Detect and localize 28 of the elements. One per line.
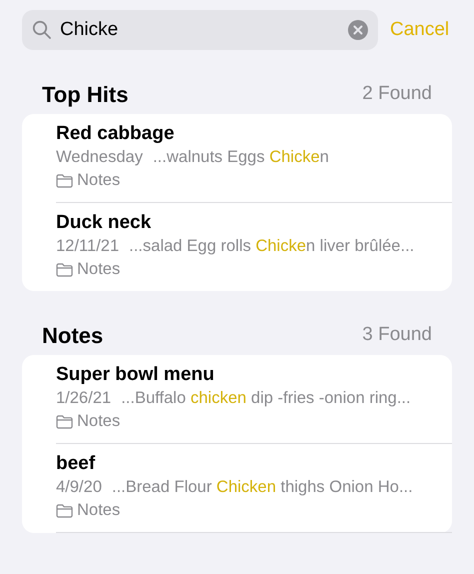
folder-label: Notes <box>77 170 120 191</box>
folder-label: Notes <box>77 259 120 280</box>
search-bar[interactable]: Chicke <box>22 10 378 50</box>
note-date: 4/9/20 <box>56 477 102 498</box>
note-date: 1/26/21 <box>56 388 112 409</box>
note-title[interactable]: Red cabbage <box>56 122 452 146</box>
folder-label: Notes <box>77 500 120 521</box>
result-count: 2 Found <box>362 82 432 106</box>
note-snippet: ...Buffalo chicken dip -fries -onion ring... <box>121 388 411 409</box>
note-title[interactable]: Duck neck <box>56 211 452 235</box>
folder-icon <box>56 262 73 276</box>
note-snippet: ...salad Egg rolls Chicken liver brûlée... <box>129 236 414 257</box>
section-title: Notes <box>42 322 104 350</box>
section-title: Top Hits <box>42 80 128 109</box>
note-snippet: ...walnuts Eggs Chicken <box>152 147 329 168</box>
note-title[interactable]: Super bowl menu <box>56 363 452 387</box>
folder-icon <box>56 504 73 518</box>
note-snippet: ...Bread Flour Chicken thighs Onion Ho... <box>112 477 413 498</box>
result-count: 3 Found <box>362 322 432 347</box>
note-date: 12/11/21 <box>56 236 120 257</box>
search-icon <box>32 20 52 40</box>
clear-icon[interactable] <box>348 20 368 40</box>
note-title[interactable]: beef <box>56 452 452 476</box>
folder-icon <box>56 414 73 428</box>
folder-icon <box>56 174 73 188</box>
note-date: Wednesday <box>56 147 143 168</box>
search-input[interactable]: Chicke <box>60 16 340 44</box>
folder-label: Notes <box>77 411 120 432</box>
